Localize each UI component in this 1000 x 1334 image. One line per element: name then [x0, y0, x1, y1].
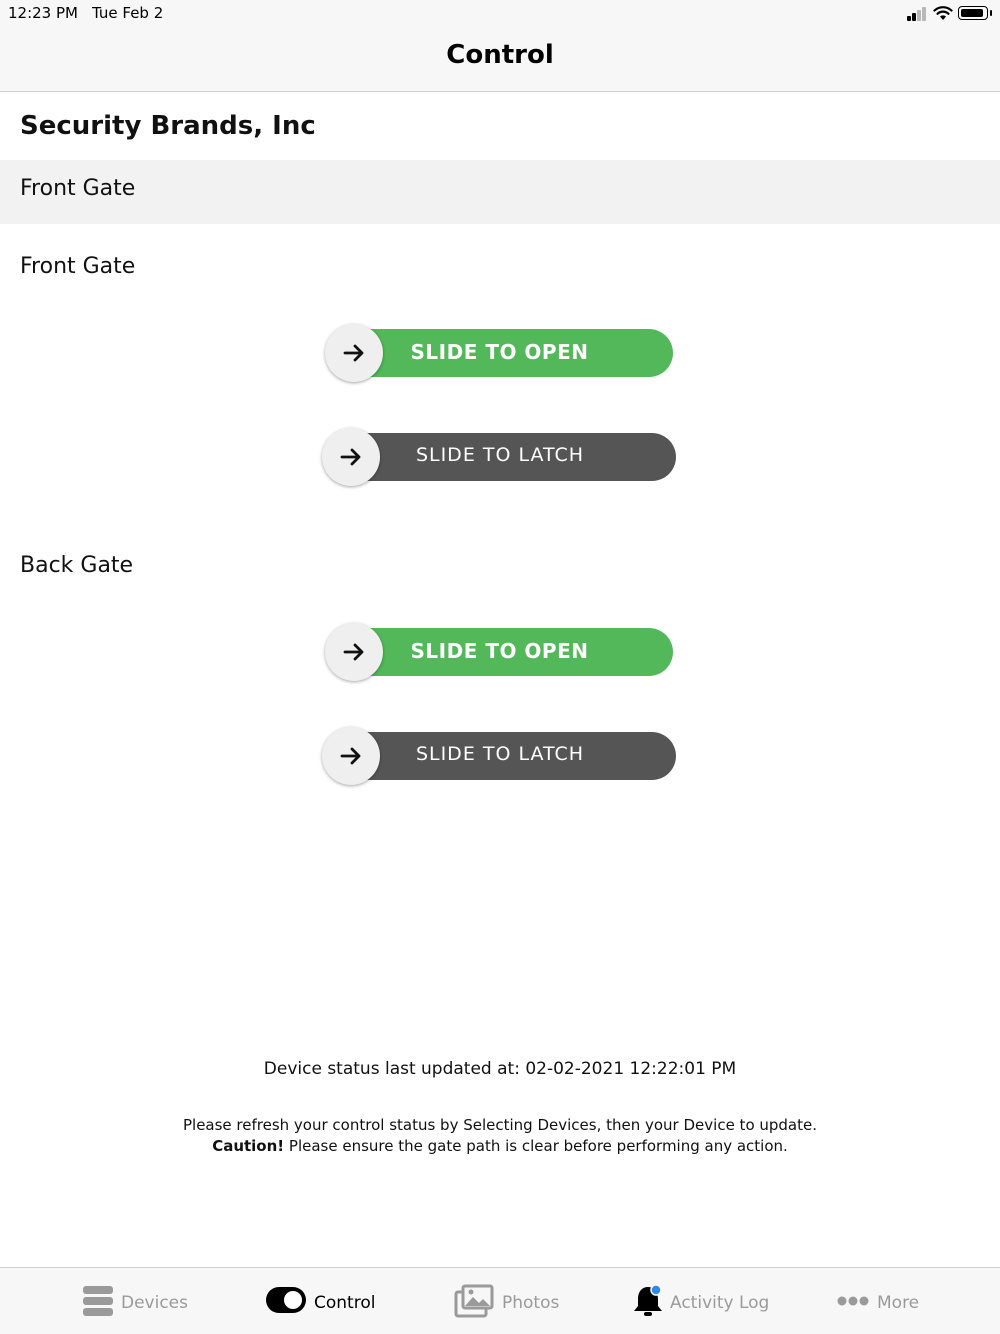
back-gate-open-handle[interactable]	[325, 623, 383, 681]
bell-icon	[634, 1284, 662, 1316]
arrow-right-icon	[343, 643, 364, 661]
status-bar: 12:23 PM Tue Feb 2	[0, 0, 1000, 28]
arrow-right-icon	[340, 747, 361, 765]
gate-label-back: Back Gate	[20, 553, 134, 578]
tab-bar: Devices Control Photos Activity Log More	[0, 1267, 1000, 1334]
group-header: Front Gate	[0, 160, 1000, 224]
notification-badge	[650, 1284, 662, 1296]
page-title: Control	[446, 40, 554, 70]
arrow-right-icon	[340, 448, 361, 466]
photos-icon	[454, 1284, 494, 1318]
tab-label: Activity Log	[670, 1293, 770, 1313]
tab-photos[interactable]: Photos	[453, 1268, 573, 1334]
status-date: Tue Feb 2	[92, 4, 164, 22]
front-gate-latch-handle[interactable]	[322, 428, 380, 486]
battery-icon	[958, 6, 988, 20]
tab-label: Photos	[502, 1293, 560, 1313]
navigation-bar: Control	[0, 28, 1000, 92]
caution-label: Caution!	[212, 1137, 285, 1155]
devices-icon	[83, 1286, 113, 1316]
toggle-icon	[266, 1287, 306, 1313]
tab-label: More	[877, 1293, 920, 1313]
tab-more[interactable]: More	[836, 1268, 946, 1334]
back-gate-latch-handle[interactable]	[322, 727, 380, 785]
tab-label: Devices	[121, 1293, 188, 1313]
gate-label-front: Front Gate	[20, 254, 136, 279]
caution-note: Caution! Please ensure the gate path is …	[0, 1137, 1000, 1155]
arrow-right-icon	[343, 344, 364, 362]
group-label: Front Gate	[20, 176, 136, 201]
cellular-signal-icon	[907, 7, 931, 21]
battery-tip	[990, 10, 992, 16]
last-updated-text: Device status last updated at: 02-02-202…	[263, 1059, 737, 1079]
status-time: 12:23 PM	[8, 4, 78, 22]
refresh-note: Please refresh your control status by Se…	[182, 1116, 818, 1134]
company-name: Security Brands, Inc	[20, 111, 316, 141]
more-icon	[837, 1296, 869, 1306]
tab-control[interactable]: Control	[264, 1268, 384, 1334]
wifi-icon	[933, 6, 953, 20]
front-gate-open-handle[interactable]	[325, 324, 383, 382]
caution-text: Please ensure the gate path is clear bef…	[288, 1137, 788, 1155]
tab-label: Control	[314, 1293, 376, 1313]
tab-devices[interactable]: Devices	[78, 1268, 198, 1334]
tab-activity-log[interactable]: Activity Log	[630, 1268, 780, 1334]
